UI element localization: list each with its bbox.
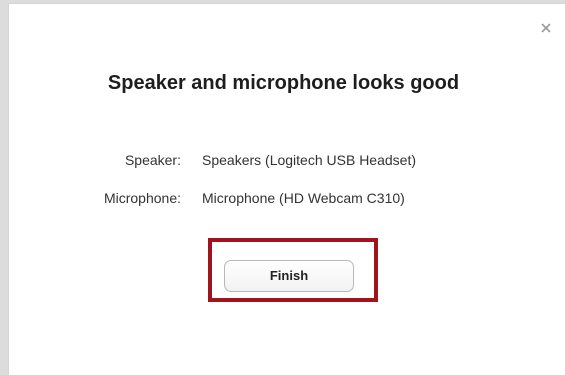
close-icon[interactable] [539,21,553,35]
speaker-label: Speaker: [124,152,181,168]
microphone-value: Microphone (HD Webcam C310) [202,190,405,206]
finish-button[interactable]: Finish [224,260,354,292]
speaker-value: Speakers (Logitech USB Headset) [202,152,416,168]
dialog-title: Speaker and microphone looks good [107,72,460,94]
microphone-label: Microphone: [103,190,181,206]
audio-test-dialog: Speaker and microphone looks good Speake… [8,3,565,375]
